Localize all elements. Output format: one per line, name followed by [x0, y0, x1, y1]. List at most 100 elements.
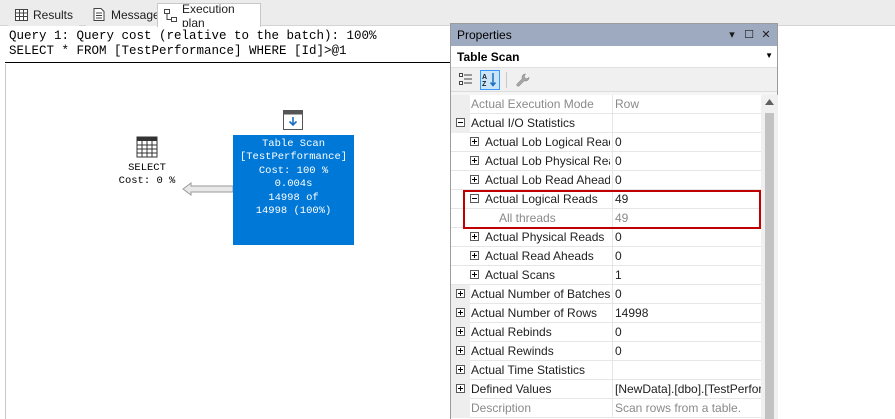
expand-icon[interactable]	[456, 308, 465, 317]
object-selector[interactable]: Table Scan ▼	[451, 46, 777, 68]
property-value[interactable]	[612, 114, 761, 133]
query-sql-line: SELECT * FROM [TestPerformance] WHERE [I…	[9, 44, 347, 58]
grid-icon	[14, 8, 28, 22]
properties-panel: Properties ▾ ☐ ✕ Table Scan ▼ A Z Actual…	[450, 23, 778, 419]
properties-title: Properties	[457, 28, 512, 42]
categorized-button[interactable]	[456, 70, 476, 90]
expand-icon[interactable]	[456, 365, 465, 374]
execution-plan-pane: Query 1: Query cost (relative to the bat…	[0, 27, 450, 419]
property-name: Actual Rebinds	[471, 325, 552, 339]
toolbar-separator	[506, 71, 507, 88]
expand-icon[interactable]	[470, 270, 479, 279]
dropdown-arrow-icon[interactable]: ▾	[725, 27, 739, 41]
property-name: Actual Read Aheads	[485, 249, 594, 263]
collapse-icon[interactable]	[456, 118, 465, 127]
categorized-icon	[459, 73, 472, 85]
property-row[interactable]: Description Scan rows from a table.	[451, 399, 761, 418]
property-value[interactable]: 0	[612, 133, 761, 152]
property-row[interactable]: Actual Time Statistics	[451, 361, 761, 380]
tab-label: Results	[33, 7, 74, 22]
property-row[interactable]: Actual Number of Batches 0	[451, 285, 761, 304]
property-value[interactable]: [NewData].[dbo].[TestPerformance]	[612, 380, 761, 399]
property-name: Actual Lob Read Aheads	[485, 173, 610, 187]
property-value[interactable]: 0	[612, 152, 761, 171]
expand-icon[interactable]	[456, 289, 465, 298]
property-value[interactable]: 49	[612, 190, 761, 209]
svg-text:Z: Z	[482, 81, 487, 87]
property-row[interactable]: Actual Execution Mode Row	[451, 95, 761, 114]
property-name: Actual Number of Batches	[471, 287, 610, 301]
property-value[interactable]: 0	[612, 247, 761, 266]
property-row[interactable]: Actual Rebinds 0	[451, 323, 761, 342]
scan-node-rows-2: 14998 (100%)	[255, 205, 332, 218]
property-value[interactable]: 14998	[612, 304, 761, 323]
tab-results[interactable]: Results	[8, 3, 80, 26]
property-value[interactable]: 0	[612, 342, 761, 361]
property-name: Actual Number of Rows	[471, 306, 598, 320]
scan-node-rows-1: 14998 of	[268, 191, 319, 204]
object-selector-value: Table Scan	[457, 49, 520, 64]
expand-icon[interactable]	[456, 327, 465, 336]
select-icon	[136, 136, 158, 158]
property-grid-scrollbar[interactable]	[761, 95, 778, 419]
property-row[interactable]: Actual Rewinds 0	[451, 342, 761, 361]
property-value[interactable]: 0	[612, 171, 761, 190]
property-value[interactable]: 49	[612, 209, 761, 228]
collapse-icon[interactable]	[470, 194, 479, 203]
expand-icon[interactable]	[470, 156, 479, 165]
scan-node-object: [TestPerformance]	[239, 151, 348, 164]
select-node[interactable]: SELECT Cost: 0 %	[116, 136, 178, 188]
expand-icon[interactable]	[456, 384, 465, 393]
property-value[interactable]: 0	[612, 323, 761, 342]
property-row[interactable]: Actual Read Aheads 0	[451, 247, 761, 266]
property-row[interactable]: Actual Physical Reads 0	[451, 228, 761, 247]
property-grid: Actual Execution Mode Row Actual I/O Stati…	[451, 95, 761, 419]
tab-label: Execution plan	[182, 1, 235, 30]
property-row[interactable]: Actual Number of Rows 14998	[451, 304, 761, 323]
property-pages-button[interactable]	[513, 70, 533, 90]
property-name: Actual I/O Statistics	[471, 116, 576, 130]
property-name: Actual Lob Logical Reads	[485, 135, 610, 149]
scan-node-time: 0.004s	[274, 178, 313, 191]
expand-icon[interactable]	[470, 232, 479, 241]
wrench-icon	[516, 73, 530, 86]
property-row[interactable]: Actual Logical Reads 49	[451, 190, 761, 209]
tab-execution-plan[interactable]: Execution plan	[157, 1, 261, 30]
property-value[interactable]: 0	[612, 285, 761, 304]
property-name: Defined Values	[471, 382, 552, 396]
property-name: Description	[471, 401, 532, 415]
scroll-up-icon[interactable]	[765, 99, 774, 105]
property-name: Actual Execution Mode	[471, 97, 594, 111]
property-value[interactable]: Scan rows from a table.	[612, 399, 761, 418]
property-row[interactable]: All threads 49	[451, 209, 761, 228]
scan-node-cost: Cost: 100 %	[258, 164, 329, 177]
expand-icon[interactable]	[470, 137, 479, 146]
property-value[interactable]: Row	[612, 95, 761, 114]
scan-node-title: Table Scan	[261, 138, 325, 150]
select-node-cost: Cost: 0 %	[118, 175, 176, 187]
property-value[interactable]: 0	[612, 228, 761, 247]
property-row[interactable]: Actual Lob Physical Reads0	[451, 152, 761, 171]
property-row[interactable]: Actual Scans 1	[451, 266, 761, 285]
divider	[5, 62, 450, 63]
property-value[interactable]	[612, 361, 761, 380]
table-scan-node[interactable]: Table Scan [TestPerformance] Cost: 100 %…	[233, 135, 354, 245]
alphabetical-button[interactable]: A Z	[480, 69, 500, 90]
maximize-icon[interactable]: ☐	[742, 27, 756, 41]
property-value[interactable]: 1	[612, 266, 761, 285]
sort-alphabetical-icon: A Z	[482, 73, 497, 87]
properties-title-bar: Properties ▾ ☐ ✕	[451, 24, 777, 46]
property-name: Actual Time Statistics	[471, 363, 586, 377]
property-row[interactable]: Actual Lob Read Aheads 0	[451, 171, 761, 190]
pane-border	[5, 64, 6, 419]
row-gutter	[451, 95, 470, 114]
property-row[interactable]: Actual Lob Logical Reads 0	[451, 133, 761, 152]
property-name: Actual Physical Reads	[485, 230, 605, 244]
property-row[interactable]: Defined Values [NewData].[dbo].[TestPerfo…	[451, 380, 761, 399]
expand-icon[interactable]	[456, 346, 465, 355]
scroll-thumb[interactable]	[765, 113, 774, 419]
expand-icon[interactable]	[470, 175, 479, 184]
close-icon[interactable]: ✕	[759, 27, 773, 41]
property-row[interactable]: Actual I/O Statistics	[451, 114, 761, 133]
expand-icon[interactable]	[470, 251, 479, 260]
